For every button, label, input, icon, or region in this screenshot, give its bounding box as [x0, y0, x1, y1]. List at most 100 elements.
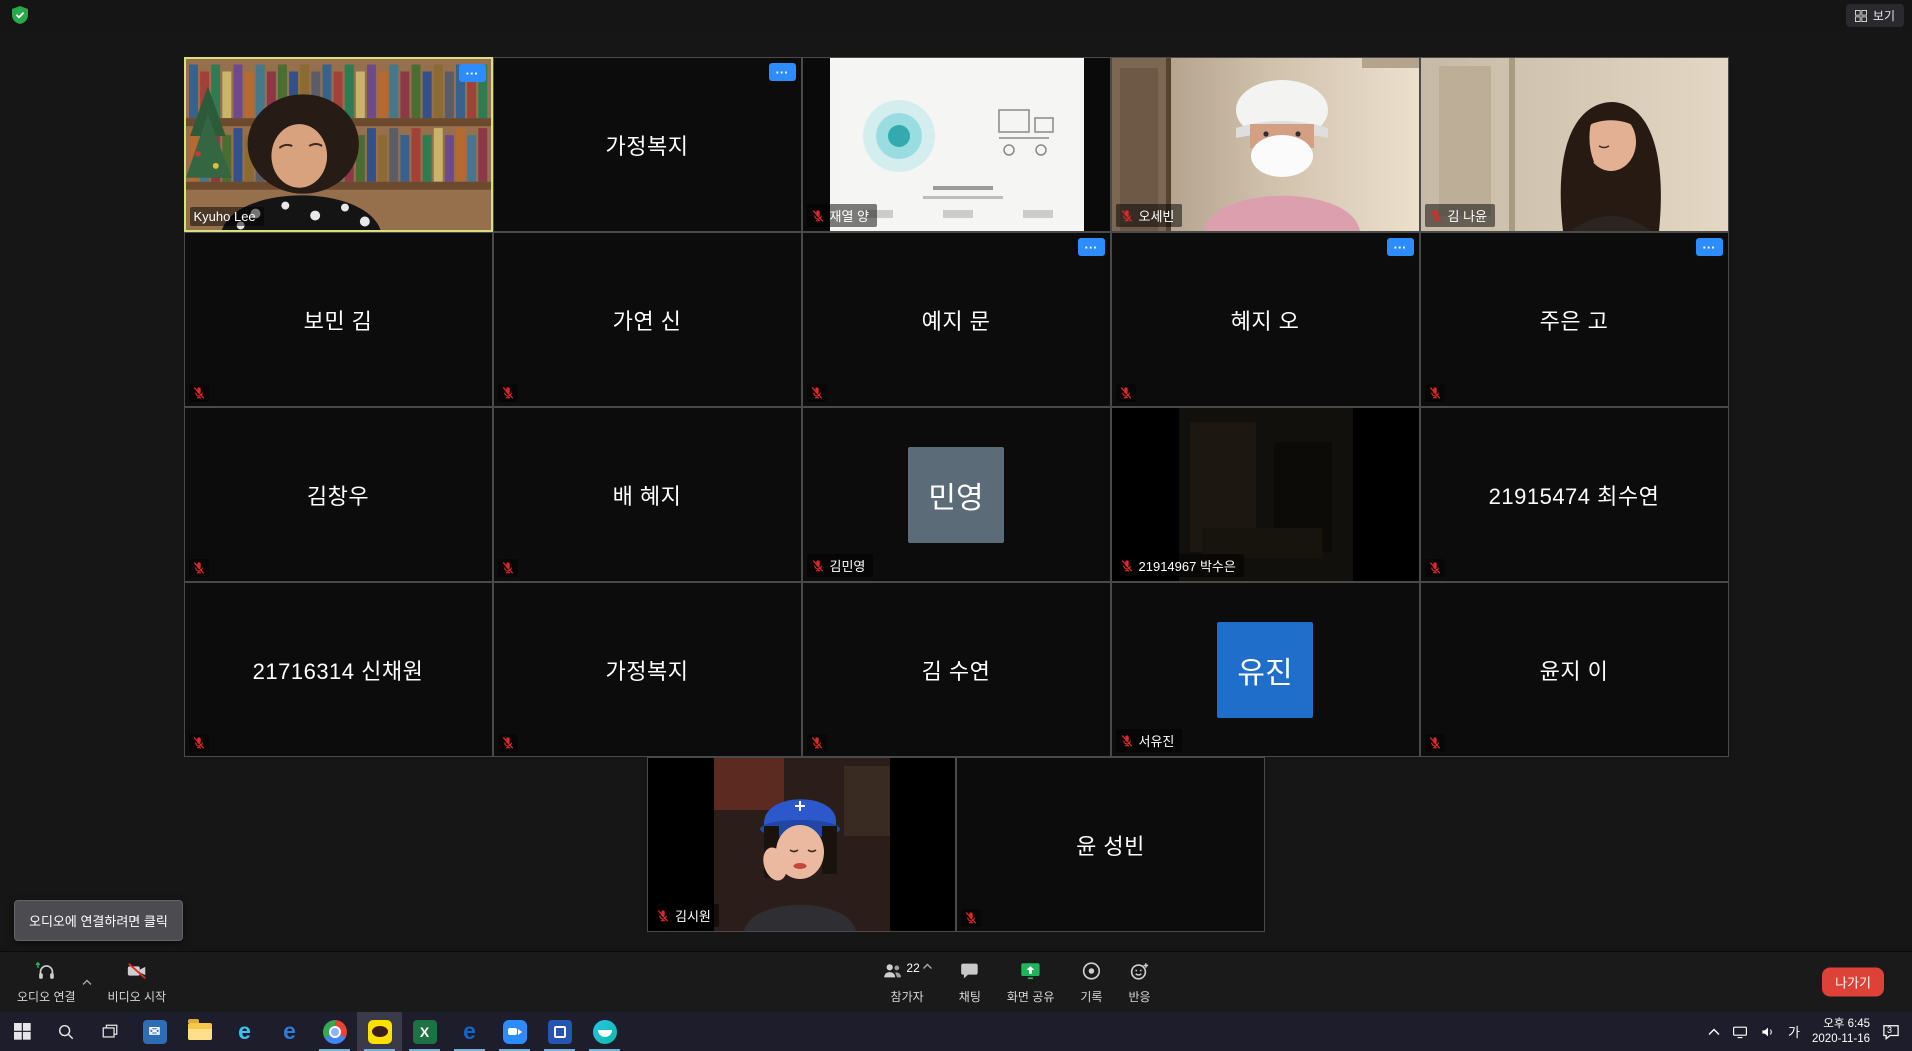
participant-tile[interactable]: 가정복지	[493, 582, 802, 757]
audio-options-chevron[interactable]	[79, 952, 95, 1012]
clock-date: 2020-11-16	[1812, 1032, 1870, 1047]
taskbar-app-edge2-icon[interactable]: e	[447, 1012, 492, 1051]
taskbar-app-chrome-icon[interactable]	[312, 1012, 357, 1051]
participant-label	[189, 734, 209, 752]
participant-tile[interactable]: 주은 고···	[1420, 232, 1729, 407]
participant-tile[interactable]: 21914967 박수은	[1111, 407, 1420, 582]
participant-tile[interactable]: 유진서유진	[1111, 582, 1420, 757]
taskbar-app-zoom-icon[interactable]	[492, 1012, 537, 1051]
participant-label-text: Kyuho Lee	[194, 209, 256, 224]
meeting-toolbar: 오디오 연결 비디오 시작	[0, 951, 1912, 1012]
participant-name-centered: 21915474 최수연	[1421, 408, 1728, 581]
clock-time: 오후 6:45	[1812, 1017, 1870, 1032]
participant-tile[interactable]: 배 혜지	[493, 407, 802, 582]
participant-tile[interactable]: 예지 문···	[802, 232, 1111, 407]
mic-muted-icon	[1428, 736, 1442, 750]
mic-muted-icon	[501, 561, 515, 575]
participant-tile[interactable]: 보민 김	[184, 232, 493, 407]
participant-label-text: 오세빈	[1139, 206, 1175, 225]
record-icon	[1080, 960, 1102, 982]
more-options-button[interactable]: ···	[1387, 238, 1414, 256]
participant-name-centered: 김창우	[185, 408, 492, 581]
participant-label: 21914967 박수은	[1116, 554, 1244, 577]
more-options-button[interactable]: ···	[1696, 238, 1723, 256]
task-view-button[interactable]	[88, 1012, 132, 1051]
participant-label: 오세빈	[1116, 204, 1183, 227]
taskbar-app-mail-icon[interactable]: ✉	[132, 1012, 177, 1051]
grid-view-icon	[1855, 10, 1867, 22]
mic-muted-icon	[1120, 209, 1134, 223]
ime-indicator[interactable]: 가	[1788, 1022, 1800, 1041]
volume-icon[interactable]	[1760, 1024, 1776, 1040]
mic-muted-icon	[964, 911, 978, 925]
taskbar-search-button[interactable]	[44, 1012, 88, 1051]
mic-muted-icon	[810, 386, 824, 400]
excel-glyph: X	[413, 1020, 437, 1044]
taskbar-app-internet-explorer-icon[interactable]: e	[222, 1012, 267, 1051]
participant-label	[1425, 734, 1445, 752]
taskbar-app-whale-icon[interactable]	[582, 1012, 627, 1051]
start-video-button[interactable]: 비디오 시작	[95, 952, 180, 1012]
audio-tooltip-text: 오디오에 연결하려면 클릭	[29, 914, 168, 929]
windows-taskbar: ✉ e e Xe 가 오후 6:45 2020-11-16	[0, 1012, 1912, 1051]
participant-tile[interactable]: 가정복지···	[493, 57, 802, 232]
record-button[interactable]: 기록	[1067, 952, 1115, 1012]
system-tray: 가 오후 6:45 2020-11-16 3	[1696, 1012, 1912, 1051]
participant-label-text: 21914967 박수은	[1139, 556, 1236, 575]
participant-tile[interactable]: 오세빈	[1111, 57, 1420, 232]
participants-button[interactable]: 22 참가자	[868, 952, 945, 1012]
taskbar-app-kakaotalk-icon[interactable]	[357, 1012, 402, 1051]
more-options-button[interactable]: ···	[459, 64, 486, 82]
participant-name-centered: 가정복지	[494, 58, 801, 231]
edge-glyph: e	[283, 1020, 296, 1043]
participants-chevron[interactable]	[923, 962, 933, 973]
security-shield-icon[interactable]	[10, 5, 30, 25]
taskbar-app-edge-icon[interactable]: e	[267, 1012, 312, 1051]
participant-tile[interactable]: 윤 성빈	[956, 757, 1265, 932]
windows-logo-icon	[14, 1023, 31, 1040]
headphones-icon	[35, 960, 57, 982]
internet-explorer-glyph: e	[238, 1020, 251, 1043]
taskbar-app-blue-app-icon[interactable]	[537, 1012, 582, 1051]
action-center-icon[interactable]: 3	[1882, 1024, 1900, 1040]
mic-muted-icon	[811, 559, 825, 573]
participant-tile[interactable]: 김시원	[647, 757, 956, 932]
start-button[interactable]	[0, 1012, 44, 1051]
more-options-button[interactable]: ···	[1078, 238, 1105, 256]
pc-status-icon[interactable]	[1732, 1024, 1748, 1040]
participant-tile[interactable]: 가연 신	[493, 232, 802, 407]
participant-tile[interactable]: 21716314 신채원	[184, 582, 493, 757]
tray-chevron-icon[interactable]	[1708, 1028, 1720, 1036]
leave-meeting-button[interactable]: 나가기	[1822, 968, 1884, 997]
participant-tile[interactable]: 김 수연	[802, 582, 1111, 757]
zoom-meeting-window: 보기 ···Kyuho Lee가정복지···재열 양오세빈김 나윤보민 김가연 …	[0, 0, 1912, 1051]
participant-label	[1425, 384, 1445, 402]
edge2-glyph: e	[463, 1020, 476, 1043]
taskbar-app-file-explorer-icon[interactable]	[177, 1012, 222, 1051]
join-audio-button[interactable]: 오디오 연결	[4, 952, 89, 1012]
chat-label: 채팅	[959, 988, 981, 1005]
participant-tile[interactable]: 혜지 오···	[1111, 232, 1420, 407]
chat-button[interactable]: 채팅	[946, 952, 994, 1012]
participant-tile[interactable]: 윤지 이	[1420, 582, 1729, 757]
participant-tile[interactable]: 21915474 최수연	[1420, 407, 1729, 582]
mic-muted-icon	[1428, 561, 1442, 575]
participant-tile[interactable]: ··· Kyuho Lee	[184, 57, 493, 232]
reactions-button[interactable]: 반응	[1115, 952, 1163, 1012]
taskbar-clock[interactable]: 오후 6:45 2020-11-16	[1812, 1017, 1870, 1047]
participant-tile[interactable]: 김 나윤	[1420, 57, 1729, 232]
participant-name-centered: 혜지 오	[1112, 233, 1419, 406]
participant-tile[interactable]: 민영김민영	[802, 407, 1111, 582]
participant-label-text: 김민영	[830, 556, 866, 575]
participant-tile[interactable]: 재열 양	[802, 57, 1111, 232]
view-button[interactable]: 보기	[1846, 4, 1904, 27]
share-screen-button[interactable]: 화면 공유	[994, 952, 1068, 1012]
taskbar-app-excel-icon[interactable]: X	[402, 1012, 447, 1051]
taskbar-app-icons: ✉ e e Xe	[132, 1012, 627, 1051]
more-options-button[interactable]: ···	[769, 63, 796, 81]
mic-muted-icon	[192, 386, 206, 400]
mic-muted-icon	[1119, 386, 1133, 400]
participant-label-text: 서유진	[1139, 731, 1175, 750]
participant-tile[interactable]: 김창우	[184, 407, 493, 582]
mic-muted-icon	[811, 209, 825, 223]
